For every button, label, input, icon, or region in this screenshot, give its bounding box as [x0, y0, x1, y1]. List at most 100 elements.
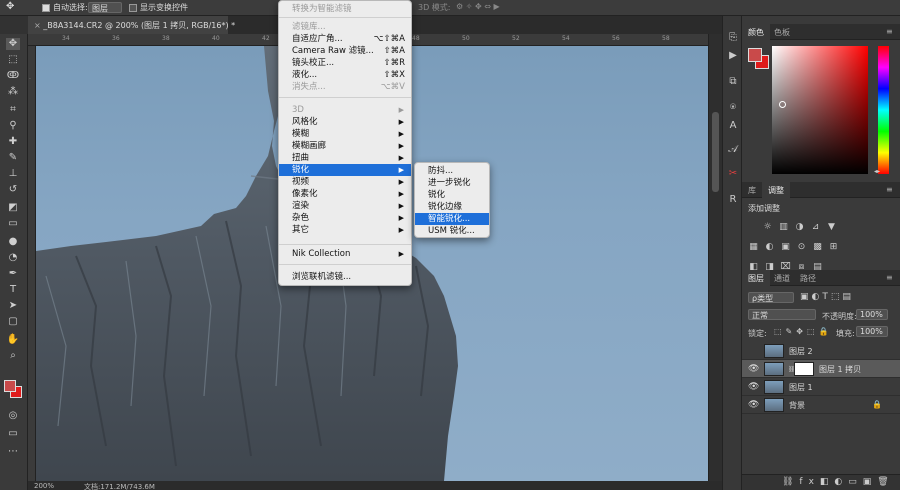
- auto-select-dropdown[interactable]: 图层: [88, 2, 122, 13]
- hue-slider[interactable]: [878, 46, 889, 174]
- doc-size[interactable]: 文档:171.2M/743.6M: [84, 482, 155, 490]
- screen-mode-icon[interactable]: ▭: [6, 428, 20, 440]
- sharpen-menu-item[interactable]: USM 锐化...: [415, 225, 489, 237]
- sharpen-menu-item[interactable]: 进一步锐化: [415, 177, 489, 189]
- layer-filter-icons[interactable]: ▣◐T⬚▤: [800, 292, 854, 302]
- type-icon[interactable]: T: [6, 284, 20, 296]
- show-transform-checkbox[interactable]: [129, 4, 137, 12]
- shape-icon[interactable]: ▢: [6, 316, 20, 328]
- tab-color[interactable]: 颜色: [742, 24, 770, 40]
- sharpen-menu-item[interactable]: 锐化: [415, 189, 489, 201]
- layer-row-selected[interactable]: 👁 ⛓ 图层 1 拷贝: [742, 360, 900, 378]
- tab-layers[interactable]: 图层: [742, 270, 770, 286]
- menu-item-browse-online[interactable]: 浏览联机滤镜...: [279, 271, 411, 283]
- pen-icon[interactable]: ✒: [6, 268, 20, 280]
- character-icon[interactable]: A: [727, 120, 739, 132]
- stamp-icon[interactable]: ⊥: [6, 168, 20, 180]
- dodge-icon[interactable]: ◔: [6, 252, 20, 264]
- adjustment-icon[interactable]: ◑: [794, 222, 805, 233]
- menu-item-submenu[interactable]: 模糊画廊 ▶: [279, 140, 411, 152]
- foreground-color-swatch[interactable]: [4, 380, 16, 392]
- layer-row[interactable]: 👁 图层 1: [742, 378, 900, 396]
- menu-item-submenu[interactable]: 渲染 ▶: [279, 200, 411, 212]
- document-tab[interactable]: × _B8A3144.CR2 @ 200% (图层 1 拷贝, RGB/16*)…: [28, 16, 235, 34]
- crop-icon[interactable]: ⌗: [6, 104, 20, 116]
- menu-item-submenu[interactable]: 杂色 ▶: [279, 212, 411, 224]
- menu-item-submenu[interactable]: 风格化 ▶: [279, 116, 411, 128]
- zoom-icon[interactable]: ⌕: [6, 350, 20, 362]
- adjustment-icon[interactable]: ▣: [780, 242, 791, 253]
- opacity-input[interactable]: 100%: [856, 309, 888, 320]
- adjustment-icon[interactable]: ▼: [826, 222, 837, 233]
- menu-item-camera-raw[interactable]: Camera Raw 滤镜... ⇧⌘A: [279, 45, 411, 57]
- edit-toolbar-icon[interactable]: ⋯: [6, 446, 20, 458]
- sharpen-menu-item[interactable]: 防抖...: [415, 165, 489, 177]
- blend-mode-select[interactable]: 正常: [748, 309, 816, 320]
- layer-kind-filter[interactable]: ρ类型: [748, 292, 794, 303]
- adjustment-icon[interactable]: ⊿: [810, 222, 821, 233]
- brush-settings-icon[interactable]: ⍟: [727, 102, 739, 114]
- canvas-scrollbar[interactable]: [708, 34, 722, 481]
- layer-name[interactable]: 图层 2: [789, 346, 813, 357]
- menu-item-submenu[interactable]: 其它 ▶: [279, 224, 411, 236]
- tab-channels[interactable]: 通道: [768, 270, 796, 286]
- visibility-eye-icon[interactable]: 👁: [748, 364, 759, 374]
- healing-icon[interactable]: ✚: [6, 136, 20, 148]
- zoom-level[interactable]: 200%: [34, 482, 54, 490]
- hue-slider-handle[interactable]: ◂▸: [874, 168, 880, 175]
- layer-row[interactable]: 图层 2: [742, 342, 900, 360]
- menu-item-submenu[interactable]: 模糊 ▶: [279, 128, 411, 140]
- layer-name[interactable]: 图层 1 拷贝: [819, 364, 861, 375]
- tab-adjustments[interactable]: 调整: [762, 182, 790, 198]
- lock-icons[interactable]: ⬚✎✥⬚🔒: [774, 327, 832, 336]
- tab-paths[interactable]: 路径: [794, 270, 822, 286]
- menu-item-submenu[interactable]: 像素化 ▶: [279, 188, 411, 200]
- actions-icon[interactable]: ▶: [727, 50, 739, 62]
- tab-swatches[interactable]: 色板: [768, 24, 796, 40]
- layers-footer-buttons[interactable]: ⛓fx◧◐▭▣🗑: [742, 474, 900, 490]
- tab-libraries[interactable]: 库: [742, 182, 762, 198]
- move-icon[interactable]: ✥: [6, 38, 20, 50]
- fill-input[interactable]: 100%: [856, 326, 888, 337]
- adjustment-icon[interactable]: ◐: [764, 242, 775, 253]
- panel-menu-icon[interactable]: ≡: [880, 24, 899, 40]
- lasso-icon[interactable]: ↂ: [6, 70, 20, 82]
- eraser-icon[interactable]: ◩: [6, 202, 20, 214]
- marquee-icon[interactable]: ⬚: [6, 54, 20, 66]
- layer-name[interactable]: 图层 1: [789, 382, 813, 393]
- sharpen-menu-item[interactable]: 锐化边缘: [415, 201, 489, 213]
- layer-mask-thumbnail[interactable]: [794, 362, 814, 376]
- paragraph-icon[interactable]: R: [727, 194, 739, 206]
- adjustment-icon[interactable]: ▥: [778, 222, 789, 233]
- quick-mask-icon[interactable]: ◎: [6, 410, 20, 422]
- path-select-icon[interactable]: ➤: [6, 300, 20, 312]
- panel-menu-icon[interactable]: ≡: [880, 270, 899, 286]
- menu-item-adaptive-wide-angle[interactable]: 自适应广角... ⌥⇧⌘A: [279, 33, 411, 45]
- adjustment-icon[interactable]: ⊞: [828, 242, 839, 253]
- properties-icon[interactable]: ⧉: [727, 76, 739, 88]
- tool-presets-icon[interactable]: ✂: [727, 168, 739, 180]
- menu-item-submenu[interactable]: 视频 ▶: [279, 176, 411, 188]
- layer-row[interactable]: 👁 背景 🔒: [742, 396, 900, 414]
- move-tool-icon[interactable]: ✥: [6, 1, 14, 12]
- sharpen-menu-item[interactable]: 智能锐化...: [415, 213, 489, 225]
- menu-item-nik-collection[interactable]: Nik Collection ▶: [279, 248, 411, 260]
- color-picker-field[interactable]: [772, 46, 868, 174]
- menu-item-submenu[interactable]: 锐化 ▶: [279, 164, 411, 176]
- adjustment-icon[interactable]: ⊙: [796, 242, 807, 253]
- gradient-icon[interactable]: ▭: [6, 218, 20, 230]
- adjustment-icon[interactable]: ▦: [748, 242, 759, 253]
- panel-menu-icon[interactable]: ≡: [880, 182, 899, 198]
- visibility-eye-icon[interactable]: 👁: [748, 382, 759, 392]
- history-icon[interactable]: ⎘: [727, 32, 739, 44]
- hand-icon[interactable]: ✋: [6, 334, 20, 346]
- menu-item-liquify[interactable]: 液化... ⇧⌘X: [279, 69, 411, 81]
- visibility-eye-icon[interactable]: 👁: [748, 400, 759, 410]
- menu-item-lens-correction[interactable]: 镜头校正... ⇧⌘R: [279, 57, 411, 69]
- history-brush-icon[interactable]: ↺: [6, 184, 20, 196]
- close-icon[interactable]: ×: [34, 21, 43, 30]
- adjustment-icon[interactable]: ▩: [812, 242, 823, 253]
- eyedropper-icon[interactable]: ⚲: [6, 120, 20, 132]
- menu-item-submenu[interactable]: 扭曲 ▶: [279, 152, 411, 164]
- color-picker-cursor[interactable]: [779, 101, 786, 108]
